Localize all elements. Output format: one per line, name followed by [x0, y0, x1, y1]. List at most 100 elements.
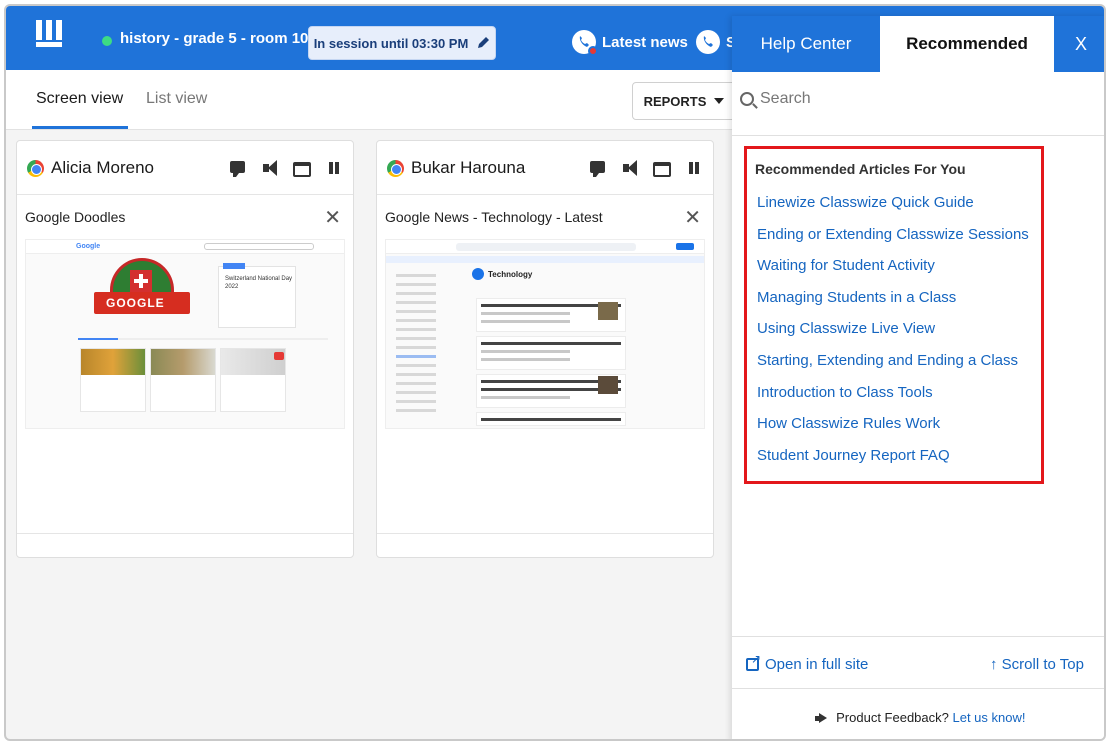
screen-thumbnail[interactable]: Technology [385, 239, 705, 429]
article-list: Linewize Classwize Quick Guide Ending or… [757, 193, 1047, 477]
article-link[interactable]: Introduction to Class Tools [757, 383, 1047, 415]
class-name[interactable]: history - grade 5 - room 10 [120, 30, 308, 47]
thumb-signin-button [676, 243, 694, 250]
open-full-site-label: Open in full site [765, 656, 869, 673]
thumb-sidebar [390, 268, 450, 428]
divider [732, 688, 1104, 689]
announce-icon[interactable] [261, 159, 279, 177]
swiss-flag-icon [130, 270, 152, 292]
search-icon [740, 92, 754, 106]
thumb-progress-bar [78, 338, 328, 340]
article-link[interactable]: Using Classwize Live View [757, 319, 1047, 351]
message-icon[interactable] [229, 159, 247, 177]
latest-news-label: Latest news [602, 33, 688, 51]
divider [732, 636, 1104, 637]
article-link[interactable]: Linewize Classwize Quick Guide [757, 193, 1047, 225]
thumb-story-image [598, 302, 618, 320]
message-icon[interactable] [589, 159, 607, 177]
reports-dropdown[interactable]: REPORTS [632, 82, 736, 120]
pencil-icon [478, 37, 490, 48]
help-tabs: Help Center Recommended X [732, 16, 1104, 72]
close-tab-icon[interactable]: ✕ [324, 205, 341, 230]
window-icon[interactable] [293, 161, 311, 177]
close-help-button[interactable]: X [1054, 16, 1104, 72]
help-panel: Help Center Recommended X Recommended Ar… [732, 16, 1104, 739]
student-card-header: Alicia Moreno [17, 141, 353, 195]
article-link[interactable]: Managing Students in a Class [757, 288, 1047, 320]
thumb-story [476, 412, 626, 426]
latest-news-link[interactable]: Latest news [572, 30, 688, 56]
feedback-link[interactable]: Let us know! [952, 710, 1025, 725]
screen-thumbnail[interactable]: Google GOOGLE Switzerland National Day 2… [25, 239, 345, 429]
help-search-input[interactable] [760, 86, 1090, 112]
phone-icon [572, 30, 598, 56]
article-link[interactable]: Student Journey Report FAQ [757, 446, 1047, 478]
student-card[interactable]: Bukar Harouna Google News - Technology -… [376, 140, 714, 558]
recommended-heading: Recommended Articles For You [755, 161, 966, 177]
student-name[interactable]: Alicia Moreno [51, 158, 154, 178]
doodle-tile-image [81, 349, 145, 375]
thumb-story [476, 336, 626, 370]
caret-down-icon [714, 98, 725, 104]
session-status-dot [102, 36, 112, 46]
student-card[interactable]: Alicia Moreno Google Doodles ✕ Google GO… [16, 140, 354, 558]
phone-icon [696, 30, 720, 54]
tab-screen-view[interactable]: Screen view [36, 90, 123, 108]
article-link[interactable]: How Classwize Rules Work [757, 414, 1047, 446]
session-time-button[interactable]: In session until 03:30 PM [308, 26, 496, 60]
pause-icon[interactable] [685, 159, 703, 177]
pause-icon[interactable] [325, 159, 343, 177]
scroll-to-top-link[interactable]: ↑ Scroll to Top [990, 656, 1084, 673]
session-time-label: In session until 03:30 PM [313, 35, 469, 51]
thumb-search-box [456, 243, 636, 251]
thumb-search-box [204, 243, 314, 250]
megaphone-icon [814, 713, 829, 723]
app-frame: history - grade 5 - room 10 In session u… [4, 4, 1106, 741]
doodle-tile [80, 348, 146, 412]
student-actions [229, 159, 343, 177]
notification-dot [588, 46, 598, 56]
student-card-footer [17, 533, 353, 557]
site-title: Google Doodles [25, 209, 126, 225]
thumb-banner [386, 256, 704, 263]
site-title: Google News - Technology - Latest [385, 209, 603, 225]
doodle-tile [150, 348, 216, 412]
external-link-icon [746, 652, 761, 671]
announce-icon[interactable] [621, 159, 639, 177]
doodle-banner-text: GOOGLE [106, 296, 165, 310]
article-link[interactable]: Starting, Extending and Ending a Class [757, 351, 1047, 383]
chrome-icon [387, 160, 404, 177]
article-link[interactable]: Waiting for Student Activity [757, 256, 1047, 288]
doodle-info-panel: Switzerland National Day 2022 [218, 263, 296, 328]
active-tab-indicator [32, 126, 128, 129]
youtube-icon [274, 352, 284, 360]
tab-list-view[interactable]: List view [146, 90, 207, 108]
article-link[interactable]: Ending or Extending Classwize Sessions [757, 225, 1047, 257]
google-logo-mini: Google [76, 243, 101, 250]
close-tab-icon[interactable]: ✕ [684, 205, 701, 230]
feedback-prompt: Product Feedback? [836, 710, 949, 725]
open-full-site-link[interactable]: Open in full site [746, 652, 869, 673]
help-search-bar [732, 72, 1104, 136]
student-actions [589, 159, 703, 177]
doodle-tile-image [151, 349, 215, 375]
technology-icon [472, 268, 484, 280]
support-link[interactable]: S [696, 30, 736, 54]
product-feedback: Product Feedback? Let us know! [732, 710, 1104, 725]
thumb-header: Google [26, 240, 344, 254]
tab-recommended[interactable]: Recommended [880, 16, 1054, 72]
doodle-panel-title: Switzerland National Day 2022 [225, 276, 293, 290]
panel-header-bar [223, 263, 245, 269]
thumb-story-image [598, 376, 618, 394]
active-site-row: Google Doodles ✕ [17, 195, 353, 235]
student-name[interactable]: Bukar Harouna [411, 158, 525, 178]
window-icon[interactable] [653, 161, 671, 177]
reports-label: REPORTS [643, 93, 707, 109]
active-site-row: Google News - Technology - Latest ✕ [377, 195, 713, 235]
thumb-section-title: Technology [488, 270, 533, 279]
linewize-logo-icon[interactable] [36, 20, 68, 48]
thumb-header [386, 240, 704, 254]
student-card-header: Bukar Harouna [377, 141, 713, 195]
chrome-icon [27, 160, 44, 177]
tab-help-center[interactable]: Help Center [732, 16, 880, 72]
